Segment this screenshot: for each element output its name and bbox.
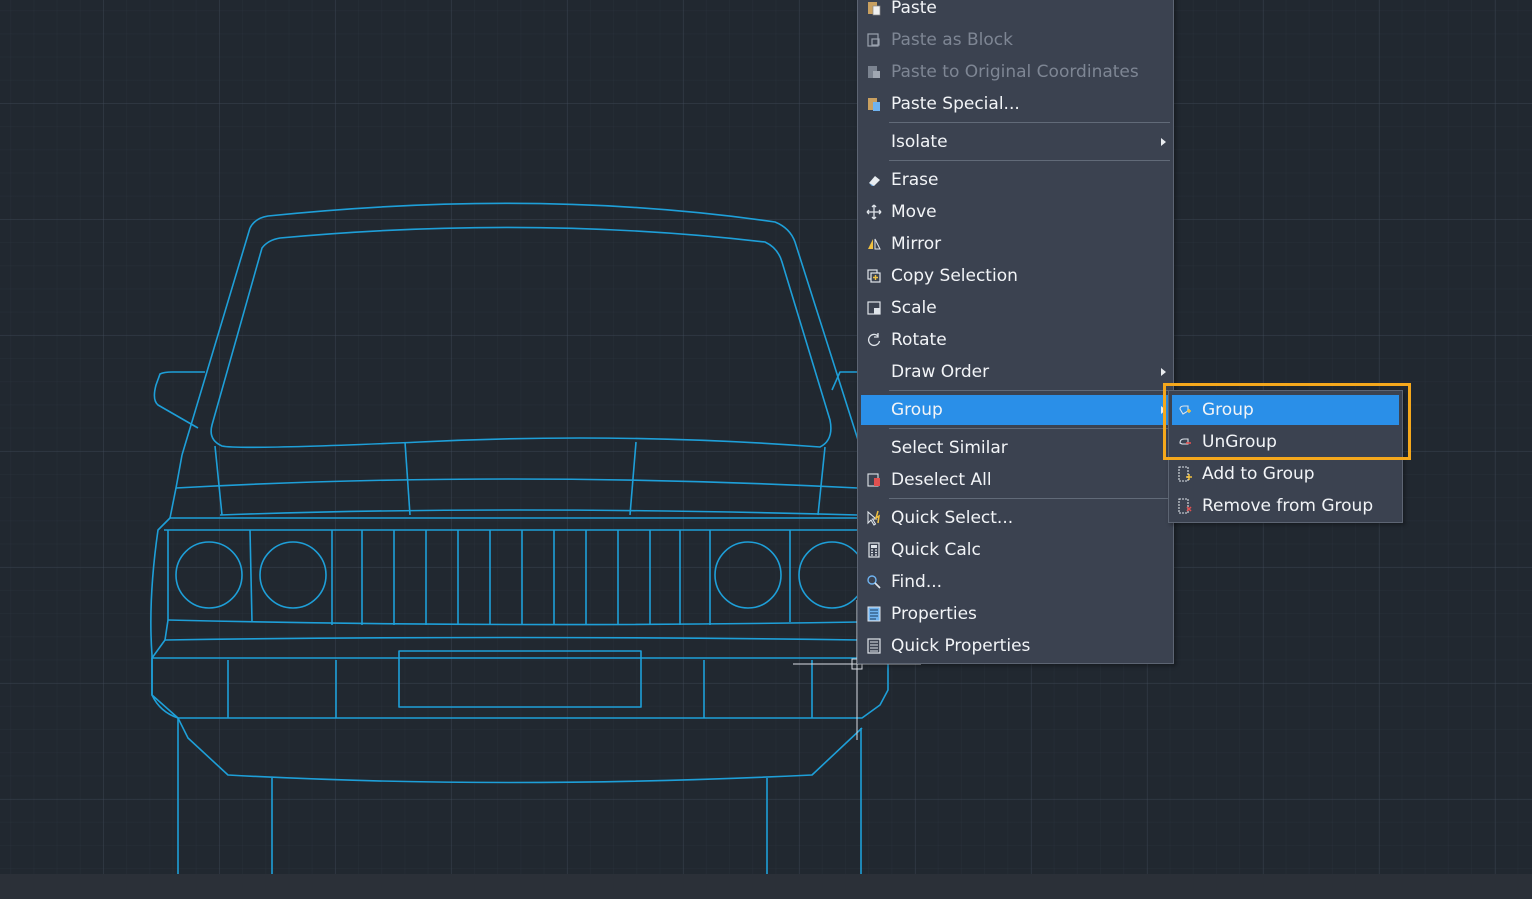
remove-from-group-icon: [1178, 498, 1192, 514]
menu-item-label: Select Similar: [891, 438, 1008, 458]
menu-separator: [889, 428, 1170, 429]
menu-item-paste-to-original[interactable]: Paste to Original Coordinates: [861, 57, 1170, 87]
menu-item-paste[interactable]: Paste: [861, 0, 1170, 23]
menu-separator: [889, 498, 1170, 499]
quick-select-icon: [867, 510, 880, 526]
menu-item-isolate[interactable]: Isolate: [861, 127, 1170, 157]
menu-item-rotate[interactable]: Rotate: [861, 325, 1170, 355]
submenu-arrow-icon: [1161, 406, 1166, 414]
menu-item-paste-as-block[interactable]: Paste as Block: [861, 25, 1170, 55]
menu-item-quick-calc[interactable]: Quick Calc: [861, 535, 1170, 565]
menu-item-scale[interactable]: Scale: [861, 293, 1170, 323]
move-icon: [866, 204, 882, 220]
menu-item-label: Group: [891, 400, 943, 420]
submenu-item-group[interactable]: Group: [1172, 395, 1399, 425]
menu-item-find[interactable]: Find...: [861, 567, 1170, 597]
menu-item-select-similar[interactable]: Select Similar: [861, 433, 1170, 463]
paste-to-original-icon: [868, 66, 880, 78]
menu-item-label: Add to Group: [1202, 464, 1315, 484]
menu-separator: [889, 122, 1170, 123]
paste-special-icon: [868, 98, 880, 111]
ungroup-icon: [1179, 438, 1191, 445]
group-submenu: Group UnGroup Add to Group Remove from G…: [1168, 390, 1403, 523]
menu-item-label: Paste as Block: [891, 30, 1013, 50]
menu-item-label: Paste to Original Coordinates: [891, 62, 1139, 82]
menu-item-quick-select[interactable]: Quick Select...: [861, 503, 1170, 533]
menu-item-quick-properties[interactable]: Quick Properties: [861, 631, 1170, 661]
menu-item-label: Remove from Group: [1202, 496, 1374, 516]
calculator-icon: [868, 542, 880, 558]
deselect-all-icon: [867, 473, 880, 487]
menu-item-label: UnGroup: [1202, 432, 1277, 452]
menu-item-label: Draw Order: [891, 362, 990, 382]
menu-item-paste-special[interactable]: Paste Special...: [861, 89, 1170, 119]
paste-as-block-icon: [867, 33, 880, 47]
mirror-icon: [868, 238, 881, 250]
menu-item-label: Find...: [891, 572, 943, 592]
add-to-group-icon: [1178, 466, 1192, 482]
menu-item-group[interactable]: Group: [861, 395, 1170, 425]
menu-item-label: Quick Properties: [891, 636, 1031, 656]
menu-item-erase[interactable]: Erase: [861, 165, 1170, 195]
status-bar: [0, 874, 1532, 899]
menu-item-label: Scale: [891, 298, 937, 318]
submenu-arrow-icon: [1161, 368, 1166, 376]
menu-item-label: Mirror: [891, 234, 942, 254]
menu-item-label: Isolate: [891, 132, 948, 152]
menu-item-label: Rotate: [891, 330, 947, 350]
eraser-icon: [869, 176, 880, 186]
submenu-item-ungroup[interactable]: UnGroup: [1172, 427, 1399, 457]
rotate-icon: [868, 333, 881, 347]
menu-item-label: Group: [1202, 400, 1254, 420]
quick-properties-icon: [867, 638, 881, 654]
menu-separator: [889, 160, 1170, 161]
menu-item-label: Properties: [891, 604, 977, 624]
menu-item-label: Move: [891, 202, 937, 222]
submenu-arrow-icon: [1161, 138, 1166, 146]
menu-item-label: Copy Selection: [891, 266, 1018, 286]
menu-item-mirror[interactable]: Mirror: [861, 229, 1170, 259]
group-icon: [1179, 405, 1191, 415]
scale-icon: [867, 301, 881, 315]
submenu-item-add-to-group[interactable]: Add to Group: [1172, 459, 1399, 489]
menu-item-label: Quick Select...: [891, 508, 1014, 528]
menu-item-label: Erase: [891, 170, 939, 190]
menu-separator: [889, 390, 1170, 391]
menu-item-properties[interactable]: Properties: [861, 599, 1170, 629]
menu-item-copy-selection[interactable]: Copy Selection: [861, 261, 1170, 291]
paste-icon: [868, 2, 881, 16]
menu-item-label: Paste: [891, 0, 937, 18]
properties-icon: [867, 606, 881, 622]
submenu-item-remove-from-group[interactable]: Remove from Group: [1172, 491, 1399, 521]
menu-item-deselect-all[interactable]: Deselect All: [861, 465, 1170, 495]
copy-icon: [867, 269, 881, 283]
context-menu: Paste Paste as Block Paste to Original C…: [857, 0, 1174, 664]
menu-item-label: Quick Calc: [891, 540, 981, 560]
menu-item-label: Paste Special...: [891, 94, 1020, 114]
find-icon: [867, 575, 881, 589]
menu-item-label: Deselect All: [891, 470, 992, 490]
menu-item-draw-order[interactable]: Draw Order: [861, 357, 1170, 387]
menu-item-move[interactable]: Move: [861, 197, 1170, 227]
